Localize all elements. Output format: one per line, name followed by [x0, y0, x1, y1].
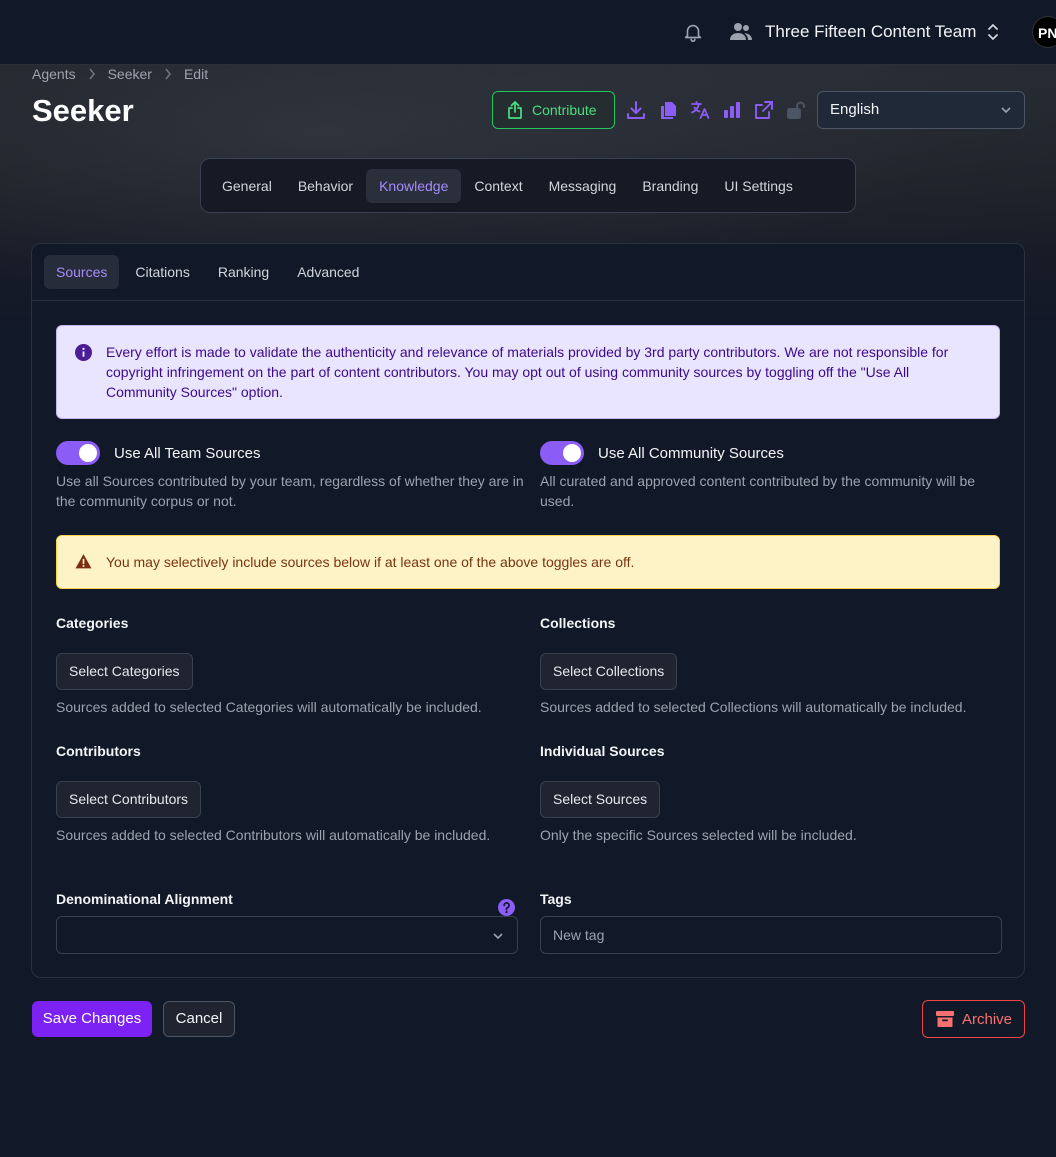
breadcrumb-edit: Edit	[183, 66, 209, 82]
select-sources-button[interactable]: Select Sources	[540, 781, 661, 818]
subtab-sources[interactable]: Sources	[44, 255, 120, 289]
unlock-icon[interactable]	[786, 100, 806, 120]
contributors-help: Sources added to selected Contributors w…	[56, 827, 491, 843]
chevron-down-icon	[1001, 107, 1011, 114]
tab-messaging[interactable]: Messaging	[536, 169, 630, 203]
community-sources-label: Use All Community Sources	[598, 444, 784, 462]
individual-sources-help: Only the specific Sources selected will …	[540, 827, 857, 843]
breadcrumb: Agents Seeker Edit	[32, 66, 208, 82]
subtab-advanced[interactable]: Advanced	[285, 255, 371, 289]
chevron-up-down-icon[interactable]	[986, 22, 1000, 42]
warning-alert: You may selectively include sources belo…	[56, 535, 1000, 589]
denominational-alignment-label: Denominational Alignment	[56, 891, 233, 907]
contribute-button[interactable]: Contribute	[492, 91, 615, 129]
main-tabs: General Behavior Knowledge Context Messa…	[200, 158, 856, 213]
info-icon	[75, 344, 92, 361]
toggle-knob	[79, 444, 97, 462]
copy-icon[interactable]	[658, 100, 678, 120]
bar-chart-icon[interactable]	[722, 100, 742, 120]
select-contributors-button[interactable]: Select Contributors	[56, 781, 202, 818]
tab-context[interactable]: Context	[461, 169, 535, 203]
individual-sources-label: Individual Sources	[540, 743, 665, 759]
chevron-down-icon	[493, 933, 503, 940]
tab-branding[interactable]: Branding	[629, 169, 711, 203]
chevron-right-icon	[165, 68, 171, 80]
archive-label: Archive	[962, 1010, 1013, 1028]
sub-tabs: Sources Citations Ranking Advanced	[44, 255, 371, 289]
language-select[interactable]: English	[817, 91, 1025, 129]
community-sources-help: All curated and approved content contrib…	[540, 473, 976, 509]
select-collections-button[interactable]: Select Collections	[540, 653, 678, 690]
select-categories-button[interactable]: Select Categories	[56, 653, 193, 690]
team-sources-toggle-row: Use All Team Sources	[56, 441, 260, 465]
chevron-right-icon	[88, 68, 95, 80]
team-sources-label: Use All Team Sources	[114, 444, 261, 462]
warning-triangle-icon	[75, 554, 92, 569]
archive-box-icon	[936, 1011, 954, 1027]
team-sources-help: Use all Sources contributed by your team…	[56, 473, 524, 509]
top-bar: Three Fifteen Content Team PN	[0, 0, 1056, 65]
cancel-button[interactable]: Cancel	[163, 1001, 235, 1037]
categories-help: Sources added to selected Categories wil…	[56, 699, 482, 715]
info-text: Every effort is made to validate the aut…	[106, 344, 949, 400]
subtab-citations[interactable]: Citations	[123, 255, 201, 289]
notification-bell-icon[interactable]	[682, 21, 704, 43]
subtab-ranking[interactable]: Ranking	[206, 255, 281, 289]
tags-label: Tags	[540, 891, 572, 907]
page-content: Agents Seeker Edit Seeker Contribute Eng…	[0, 0, 1056, 1157]
tab-general[interactable]: General	[209, 169, 285, 203]
divider	[32, 300, 1024, 301]
denominational-alignment-select[interactable]	[56, 916, 518, 954]
save-changes-button[interactable]: Save Changes	[32, 1001, 152, 1037]
share-upload-icon	[508, 101, 522, 119]
breadcrumb-agents[interactable]: Agents	[32, 66, 76, 82]
contributors-label: Contributors	[56, 743, 141, 759]
team-switcher-label[interactable]: Three Fifteen Content Team	[765, 22, 976, 42]
breadcrumb-seeker[interactable]: Seeker	[108, 66, 152, 82]
tab-behavior[interactable]: Behavior	[285, 169, 366, 203]
question-mark-icon[interactable]	[498, 899, 515, 916]
tags-input[interactable]: New tag	[540, 916, 1002, 954]
language-value: English	[830, 101, 880, 118]
community-sources-toggle[interactable]	[540, 441, 584, 465]
collections-help: Sources added to selected Collections wi…	[540, 699, 967, 715]
page-title: Seeker	[32, 93, 134, 128]
toggle-knob	[563, 444, 581, 462]
tab-ui-settings[interactable]: UI Settings	[711, 169, 805, 203]
team-users-icon	[730, 23, 752, 40]
team-sources-toggle[interactable]	[56, 441, 100, 465]
download-icon[interactable]	[626, 100, 646, 120]
collections-label: Collections	[540, 615, 616, 631]
community-sources-toggle-row: Use All Community Sources	[540, 441, 784, 465]
info-alert: Every effort is made to validate the aut…	[56, 325, 1000, 419]
tab-knowledge[interactable]: Knowledge	[366, 168, 462, 203]
archive-button[interactable]: Archive	[922, 1000, 1025, 1038]
warning-text: You may selectively include sources belo…	[106, 554, 635, 570]
translate-icon[interactable]	[690, 100, 710, 120]
contribute-label: Contribute	[532, 102, 597, 118]
categories-label: Categories	[56, 615, 129, 631]
user-avatar[interactable]: PN	[1032, 16, 1056, 48]
knowledge-panel: Sources Citations Ranking Advanced Every…	[31, 243, 1025, 978]
external-link-icon[interactable]	[754, 100, 774, 120]
